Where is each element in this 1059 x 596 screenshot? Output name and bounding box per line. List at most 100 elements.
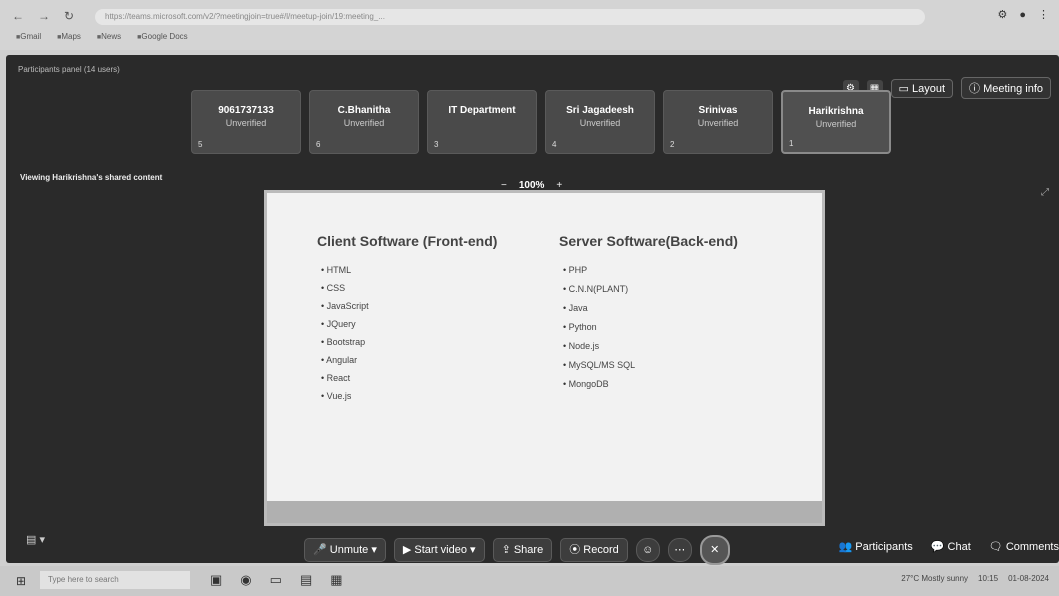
participant-name: C.Bhanitha (337, 105, 391, 116)
slide-left-list: HTML CSS JavaScript JQuery Bootstrap Ang… (317, 265, 497, 401)
list-item: CSS (317, 283, 497, 293)
taskbar-apps: ▣ ◉ ▭ ▤ ▦ (210, 572, 343, 588)
participant-tile[interactable]: 9061737133 Unverified 5 (191, 90, 301, 154)
participant-tile[interactable]: Sri Jagadeesh Unverified 4 (545, 90, 655, 154)
bookmark-item[interactable]: Gmail (16, 32, 41, 41)
slide-right-list: PHP C.N.N(PLANT) Java Python Node.js MyS… (559, 265, 738, 389)
list-item: HTML (317, 265, 497, 275)
unmute-button[interactable]: 🎤 Unmute ▾ (304, 538, 386, 562)
meeting-toolbar: 🎤 Unmute ▾ ▶ Start video ▾ ⇪ Share ⦿ Rec… (304, 535, 730, 565)
meeting-info-label: Meeting info (983, 83, 1043, 95)
os-taskbar: ⊞ Type here to search ▣ ◉ ▭ ▤ ▦ 27°C Mos… (0, 566, 1059, 596)
participants-button[interactable]: 👥 Participants (839, 540, 913, 553)
shared-slide: Client Software (Front-end) HTML CSS Jav… (267, 193, 822, 523)
fullscreen-icon[interactable]: ⤢ (1041, 187, 1049, 198)
browser-chrome: ← → ↻ https://teams.microsoft.com/v2/?me… (0, 0, 1059, 50)
record-button[interactable]: ⦿ Record (560, 538, 628, 562)
system-tray: 27°C Mostly sunny 10:15 01-08-2024 (901, 574, 1049, 583)
browser-actions: ⚙ ● ⋮ (997, 8, 1049, 22)
participant-strip: 9061737133 Unverified 5 C.Bhanitha Unver… (191, 90, 891, 154)
zoom-in-button[interactable]: + (556, 180, 562, 191)
list-item: Node.js (559, 341, 738, 351)
layout-button[interactable]: ▭ Layout (890, 78, 953, 98)
menu-icon[interactable]: ⋮ (1038, 8, 1049, 21)
chat-button[interactable]: 💬 Chat (931, 540, 971, 553)
profile-icon[interactable]: ● (1019, 9, 1026, 21)
bookmark-item[interactable]: Maps (57, 32, 81, 41)
participant-tile[interactable]: C.Bhanitha Unverified 6 (309, 90, 419, 154)
list-item: React (317, 373, 497, 383)
layout-label: Layout (911, 82, 945, 95)
browser-nav: ← → ↻ (12, 7, 74, 25)
list-item: Java (559, 303, 738, 313)
participant-name: 9061737133 (218, 105, 274, 116)
participant-name: IT Department (448, 105, 516, 116)
bookmark-item[interactable]: News (97, 32, 121, 41)
url-bar[interactable]: https://teams.microsoft.com/v2/?meetingj… (95, 9, 925, 25)
slide-right-column: Server Software(Back-end) PHP C.N.N(PLAN… (559, 233, 738, 398)
meeting-info-button[interactable]: ⓘ Meeting info (961, 77, 1051, 99)
start-video-button[interactable]: ▶ Start video ▾ (393, 538, 485, 562)
participant-name: Srinivas (698, 105, 738, 116)
participant-number: 4 (552, 140, 557, 149)
back-icon[interactable]: ← (12, 9, 24, 23)
browser-icon[interactable]: ◉ (240, 572, 251, 588)
captions-icon[interactable]: ▤ ▾ (26, 533, 45, 546)
participant-name: Harikrishna (808, 106, 864, 117)
start-video-label: Start video (414, 544, 467, 556)
list-item: Vue.js (317, 391, 497, 401)
share-label: Share (513, 544, 544, 556)
participant-status: Unverified (697, 118, 739, 128)
list-item: JQuery (317, 319, 497, 329)
participant-tile[interactable]: Srinivas Unverified 2 (663, 90, 773, 154)
list-item: MySQL/MS SQL (559, 360, 738, 370)
list-item: Angular (317, 355, 497, 365)
participant-tile[interactable]: IT Department 3 (427, 90, 537, 154)
zoom-control: − 100% + (501, 180, 562, 191)
participant-status: Unverified (579, 118, 621, 128)
participant-number: 2 (670, 140, 675, 149)
participant-status: Unverified (815, 119, 857, 129)
zoom-level: 100% (518, 180, 545, 191)
bookmark-item[interactable]: Google Docs (137, 32, 187, 41)
leave-meeting-icon[interactable]: ✕ (699, 535, 730, 565)
list-item: Bootstrap (317, 337, 497, 347)
bookmarks-bar: Gmail Maps News Google Docs (16, 32, 187, 41)
teams-icon[interactable]: ▦ (330, 572, 342, 588)
extensions-icon[interactable]: ⚙ (997, 8, 1007, 21)
slide-left-title: Client Software (Front-end) (317, 233, 498, 249)
zoom-out-button[interactable]: − (501, 180, 507, 191)
meeting-right-tools: 👥 Participants 💬 Chat 🗨 Comments (839, 540, 1059, 553)
viewing-shared-content-label: Viewing Harikrishna's shared content (20, 173, 163, 182)
share-button[interactable]: ⇪ Share (492, 538, 553, 562)
more-icon[interactable]: ⋯ (667, 538, 692, 562)
meeting-window: Participants panel (14 users) ⚙ ▦ ▭ Layo… (6, 55, 1059, 565)
slide-right-title: Server Software(Back-end) (559, 233, 738, 249)
reactions-icon[interactable]: ☺ (635, 538, 660, 562)
store-icon[interactable]: ▤ (300, 572, 312, 588)
weather-text[interactable]: 27°C Mostly sunny (901, 574, 968, 583)
meeting-title: Participants panel (14 users) (18, 65, 120, 74)
windows-start-icon[interactable]: ⊞ (16, 574, 26, 588)
taskbar-search-input[interactable]: Type here to search (40, 571, 190, 589)
participants-label: Participants (855, 541, 913, 553)
participant-number: 3 (434, 140, 439, 149)
participant-number: 6 (316, 140, 321, 149)
participant-status: Unverified (343, 118, 385, 128)
comments-label: Comments (1005, 541, 1059, 553)
file-explorer-icon[interactable]: ▭ (270, 572, 282, 588)
record-label: Record (583, 544, 619, 556)
reload-icon[interactable]: ↻ (64, 9, 74, 23)
clock-date: 01-08-2024 (1008, 574, 1049, 583)
slide-footer-bar (267, 501, 822, 523)
task-view-icon[interactable]: ▣ (210, 572, 222, 588)
participant-tile-presenter[interactable]: Harikrishna Unverified 1 (781, 90, 891, 154)
list-item: C.N.N(PLANT) (559, 284, 738, 294)
list-item: JavaScript (317, 301, 497, 311)
comments-button[interactable]: 🗨 Comments (989, 540, 1059, 553)
list-item: Python (559, 322, 738, 332)
clock-time: 10:15 (978, 574, 999, 583)
participant-name: Sri Jagadeesh (566, 105, 634, 116)
slide-left-column: Client Software (Front-end) HTML CSS Jav… (317, 233, 497, 409)
forward-icon[interactable]: → (38, 9, 50, 23)
